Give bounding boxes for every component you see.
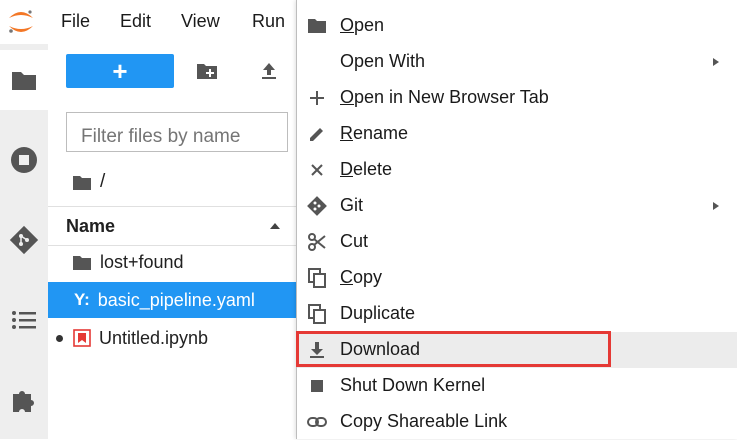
menu-edit[interactable]: Edit (120, 11, 151, 32)
puzzle-icon (13, 391, 34, 412)
folder-icon (12, 72, 36, 90)
filter-files-input[interactable] (66, 112, 288, 152)
stop-square-icon (307, 376, 327, 396)
submenu-arrow-icon (713, 202, 719, 210)
menu-item-open-new-tab[interactable]: Open in New Browser Tab (297, 80, 737, 116)
copy-icon (307, 304, 327, 324)
copy-icon (307, 268, 327, 288)
submenu-arrow-icon (713, 58, 719, 66)
plus-icon (307, 88, 327, 108)
menu-file[interactable]: File (61, 11, 90, 32)
git-icon (9, 225, 39, 255)
menu-view[interactable]: View (181, 11, 220, 32)
file-row[interactable]: Untitled.ipynb (48, 320, 296, 356)
menu-item-download[interactable]: Download (297, 332, 737, 368)
menu-item-cut[interactable]: Cut (297, 224, 737, 260)
menu-item-label: Copy Shareable Link (340, 411, 508, 431)
column-name-header[interactable]: Name (66, 216, 115, 237)
menu-item-label: Open With (340, 51, 426, 71)
yaml-file-icon: Y: (74, 290, 90, 309)
menu-item-open[interactable]: Open (297, 8, 737, 44)
menu-item-label: Git (340, 195, 364, 215)
menu-item-delete[interactable]: Delete (297, 152, 737, 188)
menu-item-copy-link[interactable]: Copy Shareable Link (297, 404, 737, 440)
menu-item-copy[interactable]: Copy (297, 260, 737, 296)
left-sidebar (0, 44, 49, 439)
menu-item-rename[interactable]: Rename (297, 116, 737, 152)
menu-item-label: Shut Down Kernel (340, 375, 486, 395)
folder-icon (307, 16, 327, 36)
sidebar-tab-toc[interactable] (0, 290, 48, 350)
jupyter-logo-icon (6, 8, 36, 36)
upload-icon (262, 63, 276, 79)
new-folder-button[interactable] (196, 62, 218, 85)
new-folder-icon (197, 64, 217, 79)
pencil-icon (307, 124, 327, 144)
new-launcher-button[interactable]: + (66, 54, 174, 88)
sort-ascending-icon (270, 223, 280, 229)
menu-item-label: Duplicate (340, 303, 416, 323)
file-browser-panel: + / Name lost+found Y: basic_pipeline.ya… (48, 44, 296, 439)
menu-item-open-with[interactable]: Open With (297, 44, 737, 80)
sidebar-tab-running[interactable] (0, 130, 48, 190)
stop-circle-icon (11, 147, 37, 173)
file-name: basic_pipeline.yaml (97, 289, 255, 310)
upload-button[interactable] (260, 62, 278, 85)
menu-item-label: Rename (340, 123, 409, 143)
context-menu: Open Open With Open in New Browser Tab R… (296, 0, 737, 439)
folder-icon[interactable] (72, 174, 92, 191)
notebook-icon (73, 329, 91, 347)
sidebar-tab-extensions[interactable] (0, 370, 48, 430)
menu-item-label: Cut (340, 231, 369, 251)
file-name: Untitled.ipynb (99, 327, 209, 348)
running-indicator-icon (56, 334, 63, 342)
folder-icon (73, 255, 91, 270)
menu-run[interactable]: Run (252, 11, 285, 32)
menu-item-duplicate[interactable]: Duplicate (297, 296, 737, 332)
menu-item-label: Download (340, 339, 421, 359)
download-icon (307, 340, 327, 360)
close-icon (307, 160, 327, 180)
scissors-icon (307, 232, 327, 252)
file-row[interactable]: lost+found (48, 244, 296, 280)
menu-item-label: Delete (340, 159, 393, 179)
menu-item-label: Open (340, 15, 385, 35)
menu-item-shutdown-kernel[interactable]: Shut Down Kernel (297, 368, 737, 404)
breadcrumb-root[interactable]: / (100, 171, 105, 193)
sidebar-tab-git[interactable] (0, 210, 48, 270)
file-list-header[interactable]: Name (48, 206, 296, 246)
git-icon (307, 196, 327, 216)
breadcrumb: / (72, 170, 105, 194)
sidebar-tab-filebrowser[interactable] (0, 50, 48, 110)
file-name: lost+found (100, 251, 184, 272)
menu-item-label: Copy (340, 267, 383, 287)
link-icon (307, 412, 327, 432)
file-row-selected[interactable]: Y: basic_pipeline.yaml (48, 282, 296, 318)
menu-item-label: Open in New Browser Tab (340, 87, 549, 107)
menu-item-git[interactable]: Git (297, 188, 737, 224)
list-icon (12, 311, 36, 329)
